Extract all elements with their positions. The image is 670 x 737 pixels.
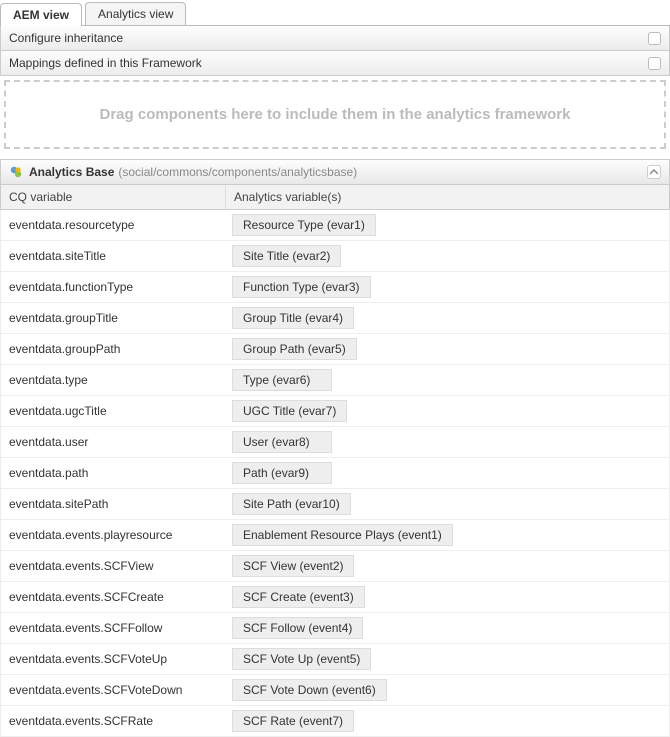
analytics-variable-cell[interactable]: Group Path (evar5) — [226, 334, 669, 364]
analytics-variable-chip[interactable]: Resource Type (evar1) — [232, 214, 376, 236]
analytics-variable-cell[interactable]: SCF Rate (event7) — [226, 706, 669, 736]
configure-inheritance-checkbox[interactable] — [648, 32, 661, 45]
cq-variable-cell: eventdata.groupPath — [1, 336, 226, 362]
analytics-variable-chip[interactable]: SCF Vote Down (event6) — [232, 679, 387, 701]
table-row: eventdata.groupTitle Group Title (evar4) — [0, 303, 670, 334]
tab-bar: AEM view Analytics view — [0, 0, 670, 26]
tab-aem-view[interactable]: AEM view — [0, 3, 82, 26]
cq-variable-cell: eventdata.siteTitle — [1, 243, 226, 269]
analytics-variable-chip[interactable]: Site Path (evar10) — [232, 493, 351, 515]
mappings-checkbox[interactable] — [648, 57, 661, 70]
table-row: eventdata.events.SCFFollow SCF Follow (ev… — [0, 613, 670, 644]
analytics-variable-cell[interactable]: SCF Vote Up (event5) — [226, 644, 669, 674]
cq-variable-cell: eventdata.path — [1, 460, 226, 486]
cq-variable-cell: eventdata.events.playresource — [1, 522, 226, 548]
table-row: eventdata.user User (evar8) — [0, 427, 670, 458]
column-cq-variable: CQ variable — [1, 185, 226, 209]
column-analytics-variables: Analytics variable(s) — [226, 185, 669, 209]
component-icon — [9, 165, 23, 179]
table-row: eventdata.siteTitle Site Title (evar2) — [0, 241, 670, 272]
cq-variable-cell: eventdata.functionType — [1, 274, 226, 300]
analytics-variable-cell[interactable]: Group Title (evar4) — [226, 303, 669, 333]
table-row: eventdata.type Type (evar6) — [0, 365, 670, 396]
mappings-label: Mappings defined in this Framework — [9, 56, 202, 70]
tab-analytics-view[interactable]: Analytics view — [85, 2, 186, 25]
configure-inheritance-bar[interactable]: Configure inheritance — [0, 26, 670, 51]
analytics-variable-chip[interactable]: Type (evar6) — [232, 369, 332, 391]
analytics-variable-cell[interactable]: Resource Type (evar1) — [226, 210, 669, 240]
analytics-variable-chip[interactable]: SCF Rate (event7) — [232, 710, 354, 732]
analytics-variable-chip[interactable]: Group Path (evar5) — [232, 338, 357, 360]
analytics-variable-cell[interactable]: SCF Follow (event4) — [226, 613, 669, 643]
analytics-variable-cell[interactable]: SCF Vote Down (event6) — [226, 675, 669, 705]
analytics-variable-cell[interactable]: SCF View (event2) — [226, 551, 669, 581]
chevron-up-icon — [650, 168, 658, 176]
table-row: eventdata.functionType Function Type (eva… — [0, 272, 670, 303]
panel-title: Analytics Base — [29, 165, 114, 179]
cq-variable-cell: eventdata.events.SCFView — [1, 553, 226, 579]
cq-variable-cell: eventdata.resourcetype — [1, 212, 226, 238]
analytics-base-panel-header[interactable]: Analytics Base (social/commons/component… — [0, 159, 670, 185]
analytics-variable-chip[interactable]: SCF Vote Up (event5) — [232, 648, 371, 670]
analytics-variable-cell[interactable]: SCF Create (event3) — [226, 582, 669, 612]
analytics-variable-chip[interactable]: UGC Title (evar7) — [232, 400, 347, 422]
table-row: eventdata.events.playresource Enablement … — [0, 520, 670, 551]
component-dropzone[interactable]: Drag components here to include them in … — [4, 80, 666, 149]
table-row: eventdata.events.SCFVoteDown SCF Vote Dow… — [0, 675, 670, 706]
analytics-variable-chip[interactable]: Path (evar9) — [232, 462, 332, 484]
table-row: eventdata.sitePath Site Path (evar10) — [0, 489, 670, 520]
mapping-table-body: eventdata.resourcetype Resource Type (eva… — [0, 210, 670, 737]
panel-collapse-button[interactable] — [647, 165, 661, 179]
analytics-variable-chip[interactable]: SCF View (event2) — [232, 555, 354, 577]
cq-variable-cell: eventdata.events.SCFVoteUp — [1, 646, 226, 672]
analytics-variable-cell[interactable]: Function Type (evar3) — [226, 272, 669, 302]
cq-variable-cell: eventdata.ugcTitle — [1, 398, 226, 424]
configure-inheritance-label: Configure inheritance — [9, 31, 123, 45]
cq-variable-cell: eventdata.events.SCFFollow — [1, 615, 226, 641]
analytics-variable-chip[interactable]: Group Title (evar4) — [232, 307, 354, 329]
cq-variable-cell: eventdata.sitePath — [1, 491, 226, 517]
analytics-variable-cell[interactable]: Enablement Resource Plays (event1) — [226, 520, 669, 550]
table-row: eventdata.events.SCFRate SCF Rate (event7… — [0, 706, 670, 737]
analytics-variable-chip[interactable]: SCF Follow (event4) — [232, 617, 363, 639]
table-row: eventdata.resourcetype Resource Type (eva… — [0, 210, 670, 241]
cq-variable-cell: eventdata.events.SCFRate — [1, 708, 226, 734]
table-row: eventdata.events.SCFCreate SCF Create (ev… — [0, 582, 670, 613]
cq-variable-cell: eventdata.groupTitle — [1, 305, 226, 331]
table-row: eventdata.events.SCFVoteUp SCF Vote Up (e… — [0, 644, 670, 675]
table-row: eventdata.groupPath Group Path (evar5) — [0, 334, 670, 365]
analytics-variable-cell[interactable]: User (evar8) — [226, 427, 669, 457]
analytics-variable-chip[interactable]: Site Title (evar2) — [232, 245, 341, 267]
table-row: eventdata.path Path (evar9) — [0, 458, 670, 489]
analytics-variable-cell[interactable]: Site Path (evar10) — [226, 489, 669, 519]
cq-variable-cell: eventdata.events.SCFCreate — [1, 584, 226, 610]
analytics-variable-chip[interactable]: Enablement Resource Plays (event1) — [232, 524, 453, 546]
analytics-variable-chip[interactable]: Function Type (evar3) — [232, 276, 371, 298]
analytics-variable-cell[interactable]: Type (evar6) — [226, 365, 669, 395]
panel-subtitle: (social/commons/components/analyticsbase… — [118, 165, 357, 179]
table-row: eventdata.ugcTitle UGC Title (evar7) — [0, 396, 670, 427]
mappings-bar[interactable]: Mappings defined in this Framework — [0, 51, 670, 76]
analytics-variable-cell[interactable]: UGC Title (evar7) — [226, 396, 669, 426]
cq-variable-cell: eventdata.user — [1, 429, 226, 455]
table-header: CQ variable Analytics variable(s) — [0, 185, 670, 210]
cq-variable-cell: eventdata.events.SCFVoteDown — [1, 677, 226, 703]
table-row: eventdata.events.SCFView SCF View (event2… — [0, 551, 670, 582]
cq-variable-cell: eventdata.type — [1, 367, 226, 393]
analytics-variable-cell[interactable]: Path (evar9) — [226, 458, 669, 488]
analytics-variable-cell[interactable]: Site Title (evar2) — [226, 241, 669, 271]
analytics-variable-chip[interactable]: SCF Create (event3) — [232, 586, 365, 608]
analytics-variable-chip[interactable]: User (evar8) — [232, 431, 332, 453]
